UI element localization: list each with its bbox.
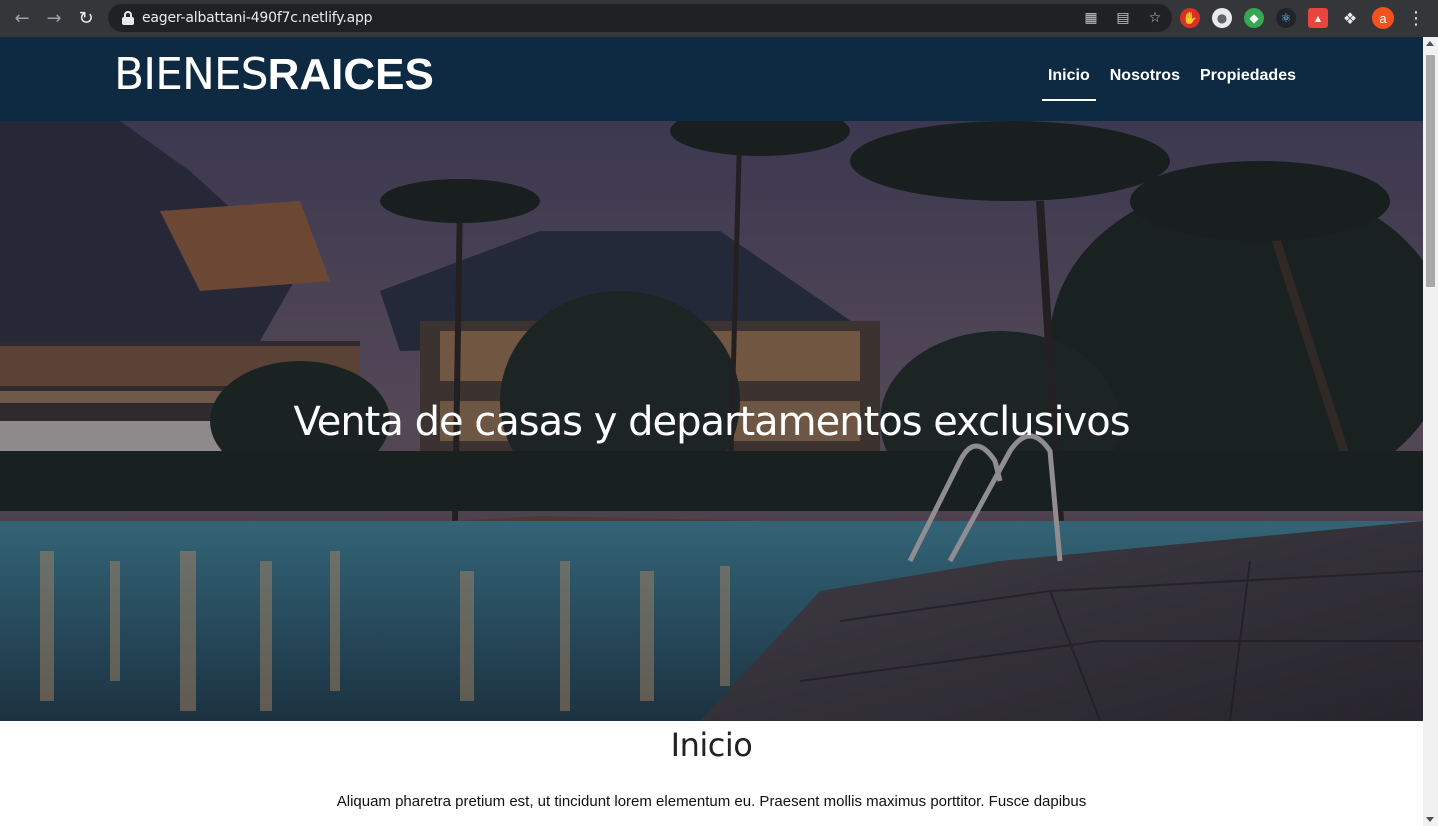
- browser-menu-icon[interactable]: ⋮: [1406, 8, 1426, 29]
- browser-toolbar: ← → ↻ eager-albattani-490f7c.netlify.app…: [0, 0, 1438, 37]
- back-arrow-icon[interactable]: ←: [6, 3, 38, 35]
- hero-title: Venta de casas y departamentos exclusivo…: [293, 399, 1130, 445]
- scrollbar-thumb[interactable]: [1426, 55, 1435, 287]
- extension-circle-icon[interactable]: ●: [1212, 8, 1232, 28]
- site-logo[interactable]: BIENESRAICES: [114, 51, 434, 99]
- nav-link-nosotros[interactable]: Nosotros: [1100, 67, 1190, 101]
- main-navigation: Inicio Nosotros Propiedades: [1041, 67, 1306, 101]
- section-title: Inicio: [670, 726, 753, 764]
- profile-avatar[interactable]: a: [1372, 7, 1394, 29]
- extensions-puzzle-icon[interactable]: ❖: [1340, 8, 1360, 28]
- page-scrollbar[interactable]: [1423, 37, 1438, 826]
- extension-colorful-icon[interactable]: ◆: [1244, 8, 1264, 28]
- scroll-down-arrow-icon[interactable]: [1426, 817, 1434, 822]
- nav-link-inicio[interactable]: Inicio: [1041, 67, 1096, 101]
- page-viewport: BIENESRAICES Inicio Nosotros Propiedades: [0, 37, 1423, 826]
- qr-code-icon[interactable]: ▦: [1080, 7, 1102, 29]
- forward-arrow-icon[interactable]: →: [38, 3, 70, 35]
- extension-html-icon[interactable]: ▴: [1308, 8, 1328, 28]
- react-devtools-icon[interactable]: ⚛: [1276, 8, 1296, 28]
- logo-light-text: BIENES: [114, 49, 269, 100]
- url-text[interactable]: eager-albattani-490f7c.netlify.app: [142, 10, 373, 26]
- extension-hand-icon[interactable]: ✋: [1180, 8, 1200, 28]
- bookmark-star-icon[interactable]: ☆: [1144, 7, 1166, 29]
- nav-link-propiedades[interactable]: Propiedades: [1190, 67, 1306, 101]
- section-paragraph: Aliquam pharetra pretium est, ut tincidu…: [336, 793, 1087, 810]
- reload-icon[interactable]: ↻: [70, 3, 102, 35]
- translate-icon[interactable]: ▤: [1112, 7, 1134, 29]
- hero-banner: Venta de casas y departamentos exclusivo…: [0, 121, 1423, 721]
- lock-icon[interactable]: [122, 11, 134, 25]
- logo-bold-text: RAICES: [267, 50, 434, 99]
- address-bar[interactable]: eager-albattani-490f7c.netlify.app ▦ ▤ ☆: [108, 4, 1172, 32]
- scroll-up-arrow-icon[interactable]: [1426, 41, 1434, 46]
- site-header: BIENESRAICES Inicio Nosotros Propiedades: [0, 37, 1423, 121]
